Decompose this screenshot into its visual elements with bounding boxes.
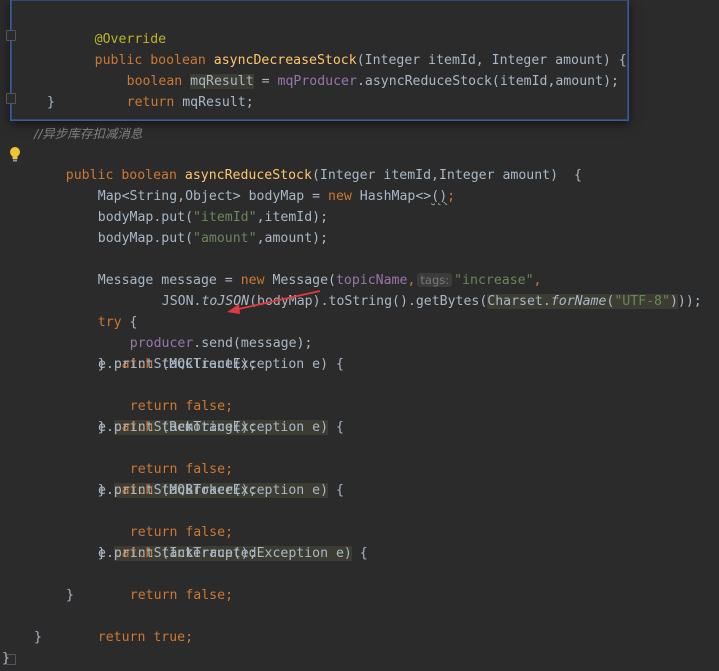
code-line-put-itemid: bodyMap.put("itemId",itemId); [66, 186, 328, 225]
call: .asyncReduceStock(itemId,amount); [356, 74, 619, 89]
brace: { [328, 420, 344, 435]
code-line-print: e.printStackTrace(); [98, 483, 257, 498]
code-line-print: e.printStackTrace(); [98, 546, 257, 561]
code-line-try: try { [66, 291, 138, 330]
operator: = [253, 74, 278, 89]
code-line-close-try: } [66, 588, 74, 603]
call: bodyMap.put( [97, 231, 194, 246]
code-line-put-amount: bodyMap.put("amount",amount); [66, 207, 328, 246]
fold-marker[interactable] [6, 30, 16, 41]
editor[interactable]: @Override public boolean asyncDecreaseSt… [0, 0, 719, 671]
code-line-catch-interrupted: } catch (InterruptedException e) { [66, 522, 368, 561]
code-line-mqresult: boolean mqResult = mqProducer.asyncReduc… [79, 50, 619, 89]
code-line-print: e.printStackTrace(); [98, 420, 257, 435]
semicolon: ; [185, 630, 194, 645]
keyword: true [153, 630, 186, 645]
parens: )); [677, 294, 702, 309]
code-line-catch-client: } catch (MQClientException e) { [66, 333, 344, 372]
paren: ) [669, 294, 678, 309]
args: ,amount); [256, 231, 329, 246]
class-ref: JSON. [161, 294, 202, 309]
string: "UTF-8" [614, 294, 670, 309]
class-ref: Charset. [487, 294, 551, 309]
keyword: new [328, 189, 352, 204]
code-line-print: e.printStackTrace(); [98, 357, 257, 372]
code-line-message-body: JSON.toJSON(bodyMap).toString().getBytes… [130, 270, 702, 309]
code-line-return-false: return false; [98, 501, 233, 540]
code-line-signature: public boolean asyncReduceStock(Integer … [34, 144, 582, 183]
return-value: mqResult; [174, 95, 254, 110]
brace: { [328, 483, 344, 498]
keyword: return [129, 588, 178, 603]
parens: () [431, 189, 448, 204]
keyword: return [97, 630, 146, 645]
fold-marker[interactable] [6, 93, 16, 104]
type: HashMap<> [351, 189, 432, 204]
code-line-return: return mqResult; [79, 71, 254, 110]
red-annotation-arrow [227, 290, 321, 314]
lightbulb-icon[interactable] [8, 146, 22, 164]
code-line-method-signature: public boolean asyncDecreaseStock(Intege… [47, 29, 627, 68]
comment: //异步库存扣减消息 [34, 126, 143, 141]
code-line-catch-broker: } catch (MQBrokerException e) { [66, 459, 344, 498]
keyword: return [126, 95, 175, 110]
code-line-return-true: return true; [66, 606, 193, 645]
static-method: forName [550, 294, 607, 309]
code-line-close-class: } [2, 651, 10, 666]
code-line-close: } [47, 95, 55, 110]
code-line-return-false: return false; [98, 564, 233, 603]
string: "amount" [193, 231, 257, 246]
code-line-override: @Override [47, 8, 166, 47]
code-line-return-false: return false; [98, 375, 233, 414]
code-line-map-decl: Map<String,Object> bodyMap = new HashMap… [66, 165, 455, 204]
semicolon: ; [447, 189, 456, 204]
definition-popup[interactable]: @Override public boolean asyncDecreaseSt… [10, 0, 629, 121]
keyword: false [185, 588, 226, 603]
field[interactable]: mqProducer [278, 74, 357, 89]
code-line-return-false: return false; [98, 438, 233, 477]
code-line-message-new: Message message = new Message(topicName,… [66, 249, 542, 288]
code-line-catch-remoting: } catch (RemotingException e) { [66, 396, 344, 435]
semicolon: ; [225, 588, 234, 603]
code-line-close-method: } [34, 630, 42, 645]
brace: { [351, 546, 368, 561]
